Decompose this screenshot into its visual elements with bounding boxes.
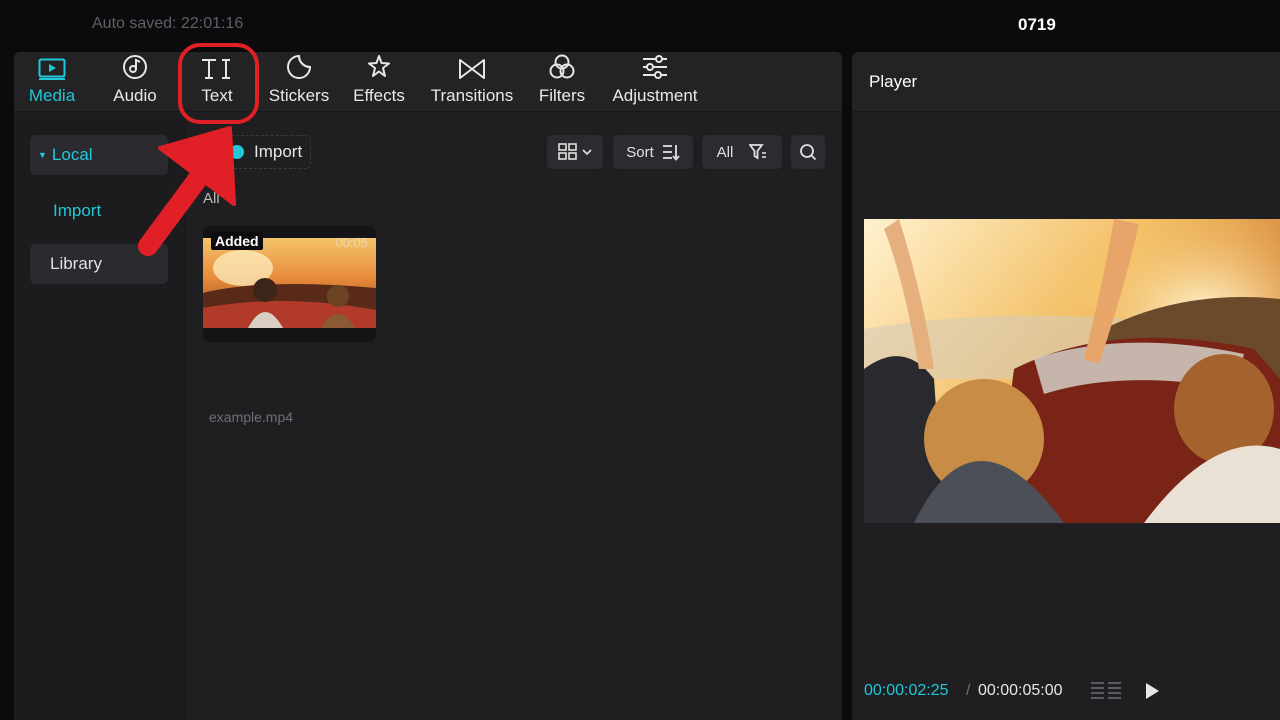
media-filename: example.mp4: [209, 409, 294, 425]
search-button[interactable]: [791, 135, 825, 169]
filters-icon: [548, 52, 576, 82]
tab-transitions[interactable]: Transitions: [426, 52, 518, 112]
media-content: Import Sort All All Added 00:05 example.…: [187, 113, 842, 720]
time-separator: /: [966, 682, 971, 699]
timeline-grid-icon[interactable]: [1090, 680, 1122, 707]
current-time: 00:00:02:25: [864, 682, 949, 699]
play-icon[interactable]: [1144, 682, 1160, 705]
player-title: Player: [869, 72, 918, 91]
sidebar-item-import[interactable]: Import: [53, 201, 101, 221]
audio-icon: [122, 52, 148, 82]
tab-effects-label: Effects: [353, 86, 405, 105]
grid-view-icon: [558, 143, 592, 160]
import-button-label: Import: [254, 142, 303, 161]
tab-media[interactable]: Media: [22, 52, 82, 112]
top-bar: Auto saved: 22:01:16 0719: [0, 0, 1280, 50]
annotation-arrow-icon: [130, 120, 250, 265]
sidebar-item-local-label: Local: [51, 145, 93, 164]
tab-effects[interactable]: Effects: [350, 52, 408, 112]
media-icon: [38, 52, 66, 82]
view-mode-button[interactable]: [547, 135, 603, 169]
tab-bar: Media Audio Text Stickers Effects Transi…: [14, 52, 842, 112]
transitions-icon: [458, 52, 486, 82]
tab-filters-label: Filters: [538, 86, 586, 105]
tab-adjustment-label: Adjustment: [612, 86, 698, 105]
autosave-status: Auto saved: 22:01:16: [92, 15, 244, 32]
highlight-circle: [178, 43, 259, 124]
total-time: 00:00:05:00: [978, 682, 1063, 699]
effects-icon: [366, 52, 392, 82]
tab-filters[interactable]: Filters: [534, 52, 590, 112]
adjustment-icon: [641, 52, 669, 82]
stickers-icon: [286, 52, 312, 82]
tab-adjustment[interactable]: Adjustment: [608, 52, 702, 112]
tab-audio-label: Audio: [113, 86, 157, 105]
project-title[interactable]: 0719: [1018, 15, 1056, 35]
sort-button-label: Sort: [626, 143, 654, 161]
search-icon: [800, 144, 817, 161]
tab-stickers[interactable]: Stickers: [264, 52, 334, 112]
filter-icon: [749, 144, 767, 160]
tab-stickers-label: Stickers: [268, 86, 330, 105]
duration-label: 00:05: [335, 235, 368, 250]
filter-button[interactable]: All: [702, 135, 782, 169]
player-header: Player: [852, 52, 1280, 112]
caret-down-icon: ▼: [38, 150, 47, 160]
tab-media-label: Media: [28, 86, 76, 105]
video-preview[interactable]: [864, 219, 1280, 523]
sort-icon: [662, 145, 680, 161]
app-window: Auto saved: 22:01:16 0719 Media Audio Te…: [0, 0, 1280, 720]
filter-button-label: All: [716, 143, 734, 161]
player-panel: Player 00:00:02:25 / 00:00:05:00: [852, 52, 1280, 720]
tab-transitions-label: Transitions: [430, 86, 514, 105]
tab-audio[interactable]: Audio: [106, 52, 164, 112]
sort-button[interactable]: Sort: [613, 135, 693, 169]
